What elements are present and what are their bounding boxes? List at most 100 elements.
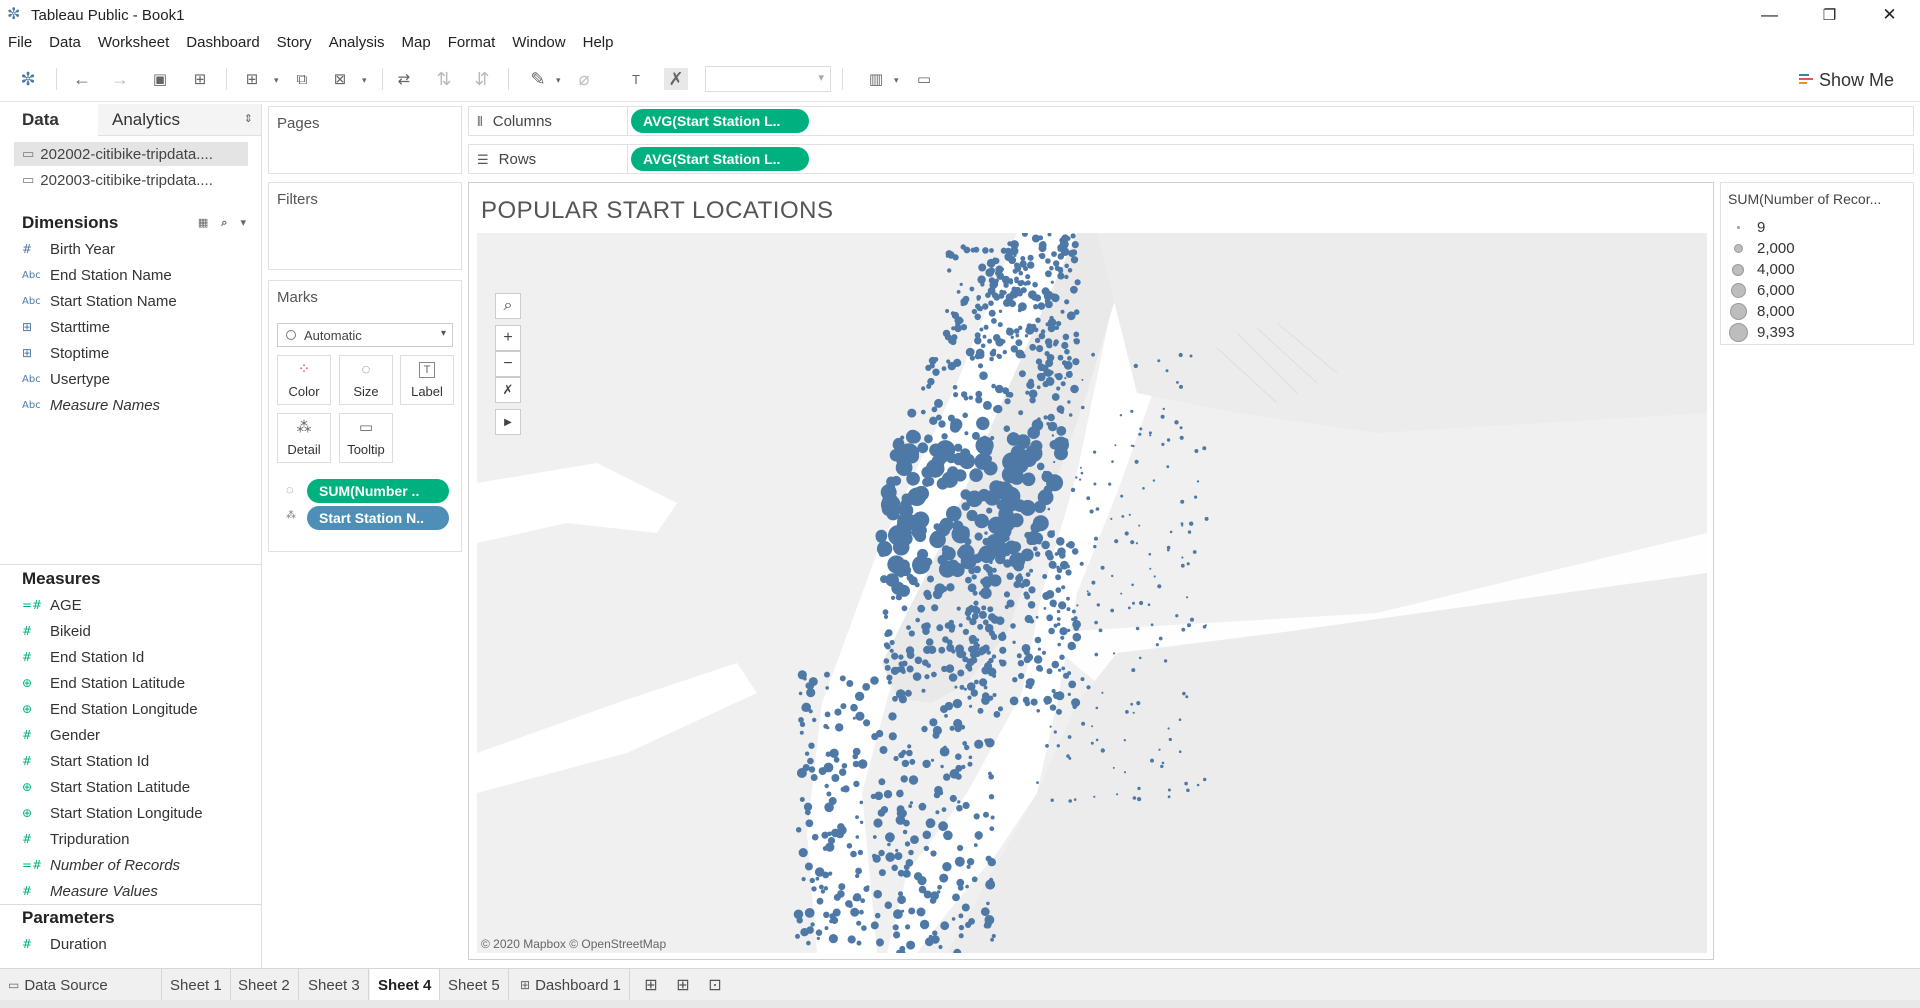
station-mark[interactable] xyxy=(971,431,980,440)
station-mark[interactable] xyxy=(897,595,902,601)
station-mark[interactable] xyxy=(1167,788,1171,792)
station-mark[interactable] xyxy=(1086,496,1091,501)
station-mark[interactable] xyxy=(1072,704,1077,710)
station-mark[interactable] xyxy=(1001,465,1020,484)
station-mark[interactable] xyxy=(1014,265,1022,272)
station-mark[interactable] xyxy=(839,675,846,682)
station-mark[interactable] xyxy=(1064,274,1069,280)
station-mark[interactable] xyxy=(1060,309,1065,314)
station-mark[interactable] xyxy=(1034,636,1042,644)
station-mark[interactable] xyxy=(1086,590,1089,593)
station-mark[interactable] xyxy=(880,484,897,501)
station-mark[interactable] xyxy=(884,643,891,650)
station-mark[interactable] xyxy=(989,560,993,565)
station-mark[interactable] xyxy=(1038,523,1041,526)
station-mark[interactable] xyxy=(898,661,904,667)
station-mark[interactable] xyxy=(1023,266,1029,272)
station-mark[interactable] xyxy=(914,530,927,543)
station-mark[interactable] xyxy=(835,723,844,732)
station-mark[interactable] xyxy=(1036,781,1039,784)
station-mark[interactable] xyxy=(987,571,993,577)
station-mark[interactable] xyxy=(834,708,842,716)
station-mark[interactable] xyxy=(853,893,862,902)
highlight-dropdown-icon[interactable]: ▾ xyxy=(556,75,561,86)
station-mark[interactable] xyxy=(1121,515,1125,518)
station-mark[interactable] xyxy=(1093,795,1096,798)
zoom-out-icon[interactable]: − xyxy=(495,351,521,377)
station-mark[interactable] xyxy=(879,746,888,754)
station-mark[interactable] xyxy=(990,937,994,942)
station-mark[interactable] xyxy=(1114,444,1117,447)
station-mark[interactable] xyxy=(1095,507,1100,511)
station-mark[interactable] xyxy=(980,282,985,287)
station-mark[interactable] xyxy=(990,435,995,441)
station-mark[interactable] xyxy=(919,919,930,930)
station-mark[interactable] xyxy=(901,493,912,504)
station-mark[interactable] xyxy=(1062,438,1069,444)
station-mark[interactable] xyxy=(824,671,830,678)
station-mark[interactable] xyxy=(971,574,977,580)
station-mark[interactable] xyxy=(1076,604,1079,607)
station-mark[interactable] xyxy=(1035,317,1041,323)
station-mark[interactable] xyxy=(980,444,993,457)
station-mark[interactable] xyxy=(1149,434,1152,437)
station-mark[interactable] xyxy=(798,717,804,723)
station-mark[interactable] xyxy=(891,581,905,595)
station-mark[interactable] xyxy=(840,703,847,710)
station-mark[interactable] xyxy=(1167,795,1171,799)
station-mark[interactable] xyxy=(1059,627,1068,636)
station-mark[interactable] xyxy=(804,862,813,871)
station-mark[interactable] xyxy=(898,789,903,794)
station-mark[interactable] xyxy=(996,272,1005,280)
station-mark[interactable] xyxy=(1093,536,1099,541)
station-mark[interactable] xyxy=(1091,580,1096,585)
close-button[interactable]: ✕ xyxy=(1862,0,1917,30)
station-mark[interactable] xyxy=(1053,339,1059,345)
station-mark[interactable] xyxy=(966,658,974,665)
station-mark[interactable] xyxy=(1073,619,1077,623)
station-mark[interactable] xyxy=(949,422,961,433)
station-mark[interactable] xyxy=(824,711,831,718)
station-mark[interactable] xyxy=(996,353,1001,358)
station-mark[interactable] xyxy=(1166,465,1170,469)
station-mark[interactable] xyxy=(957,844,964,852)
station-mark[interactable] xyxy=(934,785,943,795)
station-mark[interactable] xyxy=(1175,614,1179,618)
station-mark[interactable] xyxy=(1137,786,1141,791)
station-mark[interactable] xyxy=(804,908,815,918)
station-mark[interactable] xyxy=(974,650,981,657)
station-mark[interactable] xyxy=(852,716,856,720)
station-mark[interactable] xyxy=(1087,592,1091,596)
station-mark[interactable] xyxy=(960,391,968,398)
station-mark[interactable] xyxy=(1026,380,1035,390)
station-mark[interactable] xyxy=(854,691,865,701)
station-mark[interactable] xyxy=(1051,393,1060,401)
sort-descending-icon[interactable]: ⇵ xyxy=(470,68,494,90)
station-mark[interactable] xyxy=(993,405,1001,413)
station-mark[interactable] xyxy=(855,867,862,875)
station-mark[interactable] xyxy=(932,930,938,936)
station-mark[interactable] xyxy=(1176,381,1179,384)
station-mark[interactable] xyxy=(960,302,965,307)
station-mark[interactable] xyxy=(1056,744,1060,748)
station-mark[interactable] xyxy=(1038,332,1046,340)
station-mark[interactable] xyxy=(808,742,815,749)
station-mark[interactable] xyxy=(1064,263,1069,269)
station-mark[interactable] xyxy=(927,377,935,386)
station-mark[interactable] xyxy=(1169,530,1173,534)
station-mark[interactable] xyxy=(1059,654,1065,660)
station-mark[interactable] xyxy=(889,639,895,646)
station-mark[interactable] xyxy=(1071,609,1076,614)
station-mark[interactable] xyxy=(1067,268,1073,273)
station-mark[interactable] xyxy=(931,604,939,612)
station-mark[interactable] xyxy=(922,830,932,840)
station-mark[interactable] xyxy=(1017,660,1025,667)
station-mark[interactable] xyxy=(1189,617,1195,622)
station-mark[interactable] xyxy=(953,392,959,398)
station-mark[interactable] xyxy=(1070,256,1079,264)
station-mark[interactable] xyxy=(1187,530,1192,534)
station-mark[interactable] xyxy=(1131,668,1136,673)
station-mark[interactable] xyxy=(1132,796,1137,800)
station-mark[interactable] xyxy=(977,643,980,647)
station-mark[interactable] xyxy=(1035,615,1039,619)
